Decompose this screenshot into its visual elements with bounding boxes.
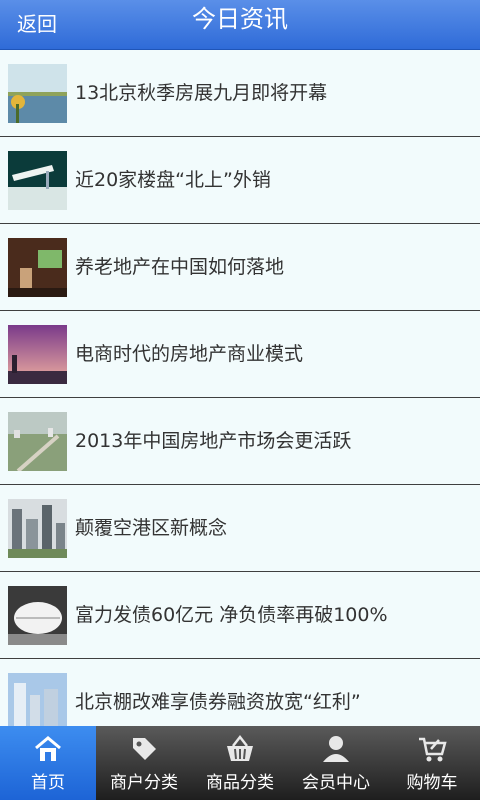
news-title: 富力发债60亿元 净负债率再破100% — [75, 604, 388, 626]
tab-member-center[interactable]: 会员中心 — [288, 726, 384, 800]
news-title: 近20家楼盘“北上”外销 — [75, 169, 271, 191]
news-thumbnail — [8, 325, 67, 384]
tab-merchant-category[interactable]: 商户分类 — [96, 726, 192, 800]
tab-label: 首页 — [31, 773, 65, 793]
bottom-tab-bar: 首页 商户分类 商品分类 会员中心 购物车 — [0, 726, 480, 800]
news-thumbnail — [8, 151, 67, 210]
header-bar: 返回 今日资讯 — [0, 0, 480, 50]
news-title: 养老地产在中国如何落地 — [75, 256, 285, 278]
basket-icon — [227, 734, 253, 761]
tab-label: 会员中心 — [302, 773, 370, 793]
news-item[interactable]: 13北京秋季房展九月即将开幕 — [0, 50, 480, 137]
tab-shopping-cart[interactable]: 购物车 — [384, 726, 480, 800]
news-title: 2013年中国房地产市场会更活跃 — [75, 430, 352, 452]
news-item[interactable]: 电商时代的房地产商业模式 — [0, 311, 480, 398]
news-thumbnail — [8, 673, 67, 726]
news-item[interactable]: 2013年中国房地产市场会更活跃 — [0, 398, 480, 485]
news-thumbnail — [8, 412, 67, 471]
news-thumbnail — [8, 586, 67, 645]
tab-product-category[interactable]: 商品分类 — [192, 726, 288, 800]
news-title: 13北京秋季房展九月即将开幕 — [75, 82, 328, 104]
tab-label: 商户分类 — [110, 773, 178, 793]
news-item[interactable]: 富力发债60亿元 净负债率再破100% — [0, 572, 480, 659]
tab-home[interactable]: 首页 — [0, 726, 96, 800]
news-thumbnail — [8, 238, 67, 297]
tab-label: 购物车 — [406, 773, 458, 793]
news-title: 电商时代的房地产商业模式 — [75, 343, 304, 365]
news-thumbnail — [8, 499, 67, 558]
news-item[interactable]: 近20家楼盘“北上”外销 — [0, 137, 480, 224]
tag-icon — [133, 738, 156, 760]
page-title: 今日资讯 — [192, 5, 288, 33]
news-title: 北京棚改难享债券融资放宽“红利” — [75, 691, 361, 713]
news-item[interactable]: 颠覆空港区新概念 — [0, 485, 480, 572]
home-icon — [35, 736, 61, 761]
news-list: 13北京秋季房展九月即将开幕 近20家楼盘“北上”外销 养老地产在中国如何落地 … — [0, 50, 480, 726]
news-item[interactable]: 养老地产在中国如何落地 — [0, 224, 480, 311]
news-thumbnail — [8, 64, 67, 123]
tab-label: 商品分类 — [206, 773, 274, 793]
news-title: 颠覆空港区新概念 — [75, 517, 228, 539]
user-icon — [323, 736, 349, 762]
cart-icon — [419, 737, 447, 762]
news-item[interactable]: 北京棚改难享债券融资放宽“红利” — [0, 659, 480, 726]
